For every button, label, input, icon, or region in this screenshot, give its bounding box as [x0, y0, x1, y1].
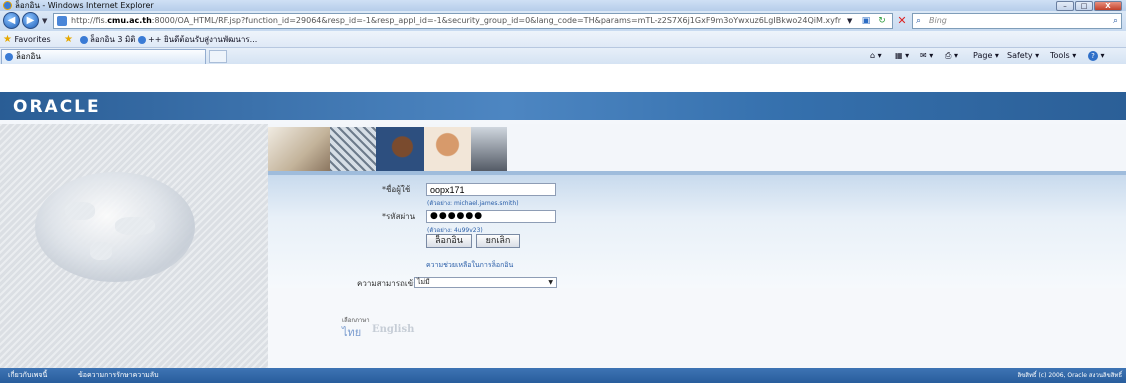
home-icon[interactable]: ⌂ ▾: [870, 48, 882, 64]
back-button[interactable]: ◀: [3, 12, 20, 29]
cancel-button[interactable]: ยกเลิก: [476, 234, 520, 248]
minimize-button[interactable]: –: [1056, 1, 1074, 11]
address-bar: ◀ ▶ ▼ http://fis.cmu.ac.th:8000/OA_HTML/…: [0, 11, 1126, 31]
url-text[interactable]: http://fis.cmu.ac.th:8000/OA_HTML/RF.jsp…: [71, 14, 841, 28]
username-label: *ชื่อผู้ใช้: [382, 185, 411, 194]
window-controls: – □ X: [1056, 1, 1122, 11]
login-help-link[interactable]: ความช่วยเหลือในการล็อกอิน: [426, 260, 513, 271]
photo-headset-person: [424, 127, 471, 171]
page-top-band: [0, 64, 1126, 92]
url-field[interactable]: http://fis.cmu.ac.th:8000/OA_HTML/RF.jsp…: [53, 13, 893, 29]
password-input[interactable]: ●●●●●●: [426, 210, 556, 223]
favorite-link-2[interactable]: ++ ยินดีต้อนรับสู่งานพัฒนาร...: [138, 31, 257, 48]
photo-businessman: [471, 127, 507, 171]
login-region-border: [268, 171, 1126, 175]
compatibility-view-icon[interactable]: ▣: [860, 15, 872, 27]
ie-page-icon: [5, 53, 13, 61]
print-icon[interactable]: ⎙ ▾: [945, 48, 958, 64]
photo-people: [268, 127, 330, 171]
favorites-star-icon: ★: [3, 34, 12, 45]
title-bar: ล็อกอิน - Windows Internet Explorer – □ …: [0, 0, 1126, 11]
feeds-icon[interactable]: ▦ ▾: [895, 48, 909, 64]
accessibility-select[interactable]: ไม่มี ▼: [414, 277, 557, 288]
chevron-down-icon: ▼: [548, 279, 553, 286]
forward-button[interactable]: ▶: [22, 12, 39, 29]
new-tab-button[interactable]: [209, 50, 227, 63]
close-button[interactable]: X: [1094, 1, 1122, 11]
oracle-header: [0, 92, 1126, 120]
tools-menu[interactable]: Tools ▾: [1050, 48, 1076, 64]
search-icon[interactable]: ⌕: [1113, 14, 1118, 28]
oracle-logo: ORACLE: [13, 97, 101, 117]
browser-window: { "top_marker": "ป", "window": { "title"…: [0, 0, 1126, 383]
copyright-text: ลิขสิทธิ์ (c) 2006, Oracle สงวนลิขสิทธิ์: [1017, 372, 1123, 379]
globe-image: [35, 172, 195, 282]
privacy-link[interactable]: ข้อความการรักษาความลับ: [78, 368, 159, 383]
ie-page-icon: [80, 35, 88, 44]
login-button[interactable]: ล็อกอิน: [426, 234, 472, 248]
ie-icon: [3, 1, 12, 10]
favorites-bar: ★ Favorites ★ ล็อกอิน 3 มิติ ++ ยินดีต้อ…: [0, 31, 1126, 48]
url-dropdown-icon[interactable]: ▼: [847, 14, 852, 28]
photo-person-laptop: [376, 127, 424, 171]
window-title: ล็อกอิน - Windows Internet Explorer: [15, 1, 154, 10]
password-label: *รหัสผ่าน: [382, 212, 416, 221]
page-icon: [57, 16, 67, 26]
language-english[interactable]: English: [372, 324, 414, 335]
page-menu[interactable]: Page ▾: [973, 48, 999, 64]
help-icon[interactable]: ? ▾: [1088, 48, 1105, 64]
photo-strip: [268, 127, 563, 171]
ie-page-icon: [138, 35, 146, 44]
mail-icon[interactable]: ✉ ▾: [920, 48, 933, 64]
footer: เกี่ยวกับเพจนี้ ข้อความการรักษาความลับ ล…: [0, 368, 1126, 383]
about-page-link[interactable]: เกี่ยวกับเพจนี้: [8, 368, 47, 383]
search-field[interactable]: ⌕ Bing ⌕: [912, 13, 1122, 29]
username-hint: (ตัวอย่าง: michael.james.smith): [427, 200, 519, 207]
stop-icon[interactable]: ✕: [895, 14, 909, 28]
maximize-button[interactable]: □: [1075, 1, 1093, 11]
tab-bar: ล็อกอิน ⌂ ▾ ▦ ▾ ✉ ▾ ⎙ ▾ Page ▾ Safety ▾ …: [0, 48, 1126, 64]
add-favorite-icon[interactable]: ★: [64, 31, 73, 48]
username-input[interactable]: [426, 183, 556, 196]
search-placeholder: Bing: [929, 16, 947, 25]
favorite-link-1[interactable]: ล็อกอิน 3 มิติ: [80, 31, 135, 48]
safety-menu[interactable]: Safety ▾: [1007, 48, 1039, 64]
history-dropdown-icon[interactable]: ▼: [42, 17, 47, 25]
language-thai[interactable]: ไทย: [342, 323, 361, 341]
search-provider-icon: ⌕: [916, 16, 922, 26]
refresh-icon[interactable]: ↻: [876, 15, 888, 27]
favorites-button[interactable]: ★ Favorites: [3, 31, 51, 48]
tab-login[interactable]: ล็อกอิน: [1, 49, 206, 64]
photo-tower: [330, 127, 376, 171]
